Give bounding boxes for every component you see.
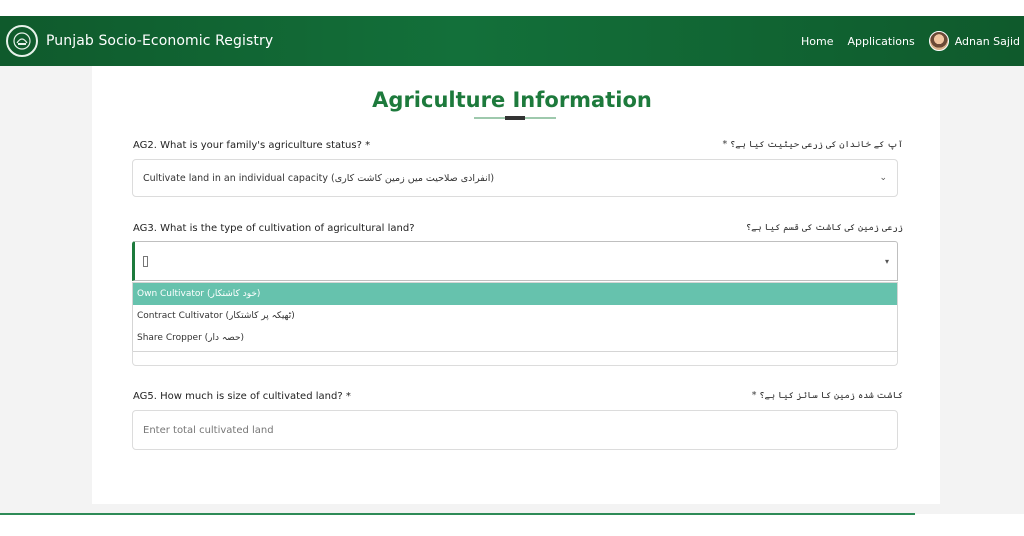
ag2-urdu-label: آپ کے خاندان کی زرعی حیثیت کیا ہے؟ * [722, 140, 903, 150]
option-contract-cultivator[interactable]: Contract Cultivator (ٹھیکہ پر کاشتکار) [133, 305, 897, 327]
page-title: Agriculture Information [372, 88, 652, 112]
ag5-label: AG5. How much is size of cultivated land… [133, 391, 351, 402]
brand-title[interactable]: Punjab Socio-Economic Registry [46, 33, 273, 49]
nav-applications-link[interactable]: Applications [847, 35, 914, 48]
ag3-label: AG3. What is the type of cultivation of … [133, 223, 415, 234]
chevron-down-icon[interactable]: ⌄ [879, 173, 887, 183]
option-share-cropper[interactable]: Share Cropper (حصہ دار) [133, 327, 897, 349]
cultivated-land-input[interactable] [132, 410, 898, 450]
ag2-status-select[interactable]: Cultivate land in an individual capacity… [132, 159, 898, 197]
nav-home-link[interactable]: Home [801, 35, 833, 48]
title-underline [474, 116, 556, 120]
caret-down-icon[interactable]: ▾ [885, 257, 889, 266]
option-own-cultivator[interactable]: Own Cultivator (خود کاشتکار) [133, 283, 897, 305]
user-menu[interactable]: Adnan Sajid [928, 31, 1020, 51]
ag2-label: AG2. What is your family's agriculture s… [133, 140, 371, 151]
footer-divider [0, 513, 915, 515]
text-cursor [143, 255, 148, 267]
user-name: Adnan Sajid [954, 34, 1020, 48]
ag2-selected-value: Cultivate land in an individual capacity… [143, 172, 495, 184]
ag3-dropdown-list: Own Cultivator (خود کاشتکار) Contract Cu… [132, 282, 898, 352]
punjab-logo-icon[interactable] [6, 25, 38, 57]
ag3-urdu-label: زرعی زمین کی کاشت کی قسم کیا ہے؟ [745, 223, 903, 233]
page-background-left [0, 66, 92, 506]
nav-menu: Home Applications Adnan Sajid [801, 31, 1024, 51]
hidden-field-edge [132, 351, 898, 366]
ag5-urdu-label: کاشت شدہ زمین کا سائز کیا ہے؟ * [751, 391, 903, 401]
page-background-right [940, 66, 1024, 506]
ag3-cultivation-select[interactable]: ▾ [132, 241, 898, 281]
top-navbar: Punjab Socio-Economic Registry Home Appl… [0, 16, 1024, 66]
avatar[interactable] [928, 31, 949, 51]
